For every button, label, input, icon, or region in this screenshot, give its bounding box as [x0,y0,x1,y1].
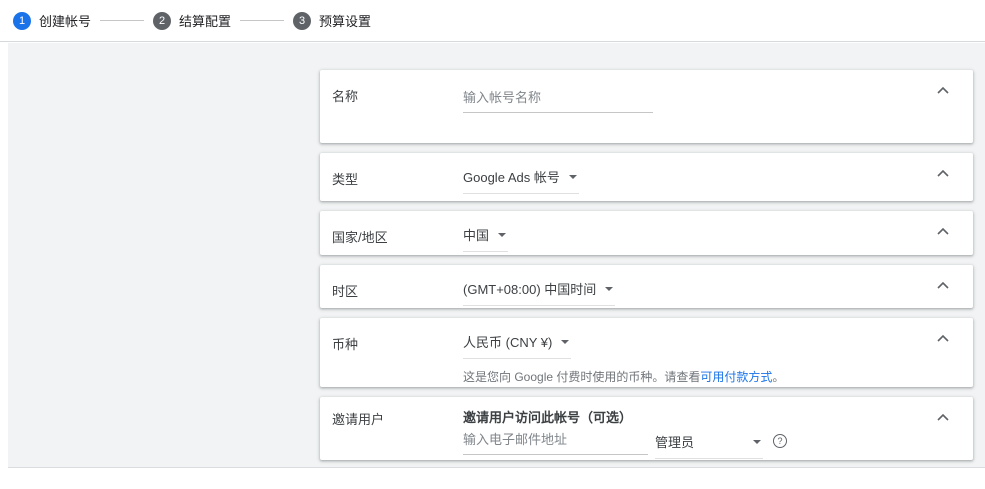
account-type-value: Google Ads 帐号 [463,170,560,185]
currency-value: 人民币 (CNY ¥) [463,335,553,350]
dropdown-caret-icon [568,174,577,179]
account-form: 名称 类型 Google Ads 帐号 [320,70,973,470]
chevron-up-icon [937,227,949,235]
name-label: 名称 [332,89,359,104]
panel-account-name: 名称 [320,70,973,143]
collapse-panel-button[interactable] [935,167,951,179]
panel-country-region: 国家/地区 中国 [320,211,973,255]
collapse-panel-button[interactable] [935,332,951,344]
chevron-up-icon [937,413,949,421]
collapse-panel-button[interactable] [935,84,951,96]
panel-account-type: 类型 Google Ads 帐号 [320,153,973,201]
dropdown-caret-icon [753,439,761,444]
panel-currency: 币种 人民币 (CNY ¥) 这是您向 Google 付费时使用的币种。请查看可… [320,318,973,387]
content-area: 名称 类型 Google Ads 帐号 [8,43,985,468]
collapse-panel-button[interactable] [935,279,951,291]
type-label: 类型 [332,172,359,187]
currency-select[interactable]: 人民币 (CNY ¥) [463,332,572,359]
chevron-up-icon [937,169,949,177]
stepper-step-billing-config[interactable]: 2 结算配置 [153,11,231,30]
panel-invite-users: 邀请用户 邀请用户访问此帐号（可选） 管理员 ? [320,397,973,460]
stepper-connector [240,20,285,21]
invite-role-value: 管理员 [655,435,695,450]
stepper: 1 创建帐号 2 结算配置 3 预算设置 [0,0,985,42]
invite-email-input[interactable] [463,430,648,455]
account-type-select[interactable]: Google Ads 帐号 [463,167,579,194]
currency-helper-text: 这是您向 Google 付费时使用的币种。请查看可用付款方式。 [463,370,785,384]
step-3-label: 预算设置 [319,14,372,29]
chevron-up-icon [937,281,949,289]
timezone-select[interactable]: (GMT+08:00) 中国时间 [463,279,616,306]
help-icon[interactable]: ? [773,434,787,448]
timezone-label: 时区 [332,284,359,299]
stepper-step-create-account[interactable]: 1 创建帐号 [13,11,91,30]
country-select[interactable]: 中国 [463,225,509,252]
stepper-step-budget-settings[interactable]: 3 预算设置 [293,11,371,30]
invite-label: 邀请用户 [332,412,385,427]
dropdown-caret-icon [561,339,570,344]
collapse-panel-button[interactable] [935,411,951,423]
step-2-circle: 2 [153,11,172,30]
payment-methods-link[interactable]: 可用付款方式 [700,370,772,384]
step-2-label: 结算配置 [179,14,232,29]
invite-role-select[interactable]: 管理员 [655,432,763,459]
invite-title: 邀请用户访问此帐号（可选） [463,410,633,425]
account-name-input[interactable] [463,88,653,113]
step-1-circle: 1 [13,11,31,30]
dropdown-caret-icon [498,232,507,237]
collapse-panel-button[interactable] [935,225,951,237]
chevron-up-icon [937,86,949,94]
chevron-up-icon [937,334,949,342]
step-3-circle: 3 [293,11,312,30]
panel-timezone: 时区 (GMT+08:00) 中国时间 [320,265,973,308]
country-label: 国家/地区 [332,230,388,245]
timezone-value: (GMT+08:00) 中国时间 [463,282,597,297]
step-1-label: 创建帐号 [39,14,92,29]
dropdown-caret-icon [605,286,614,291]
country-value: 中国 [463,228,490,243]
currency-label: 币种 [332,337,359,352]
stepper-connector [100,20,145,21]
